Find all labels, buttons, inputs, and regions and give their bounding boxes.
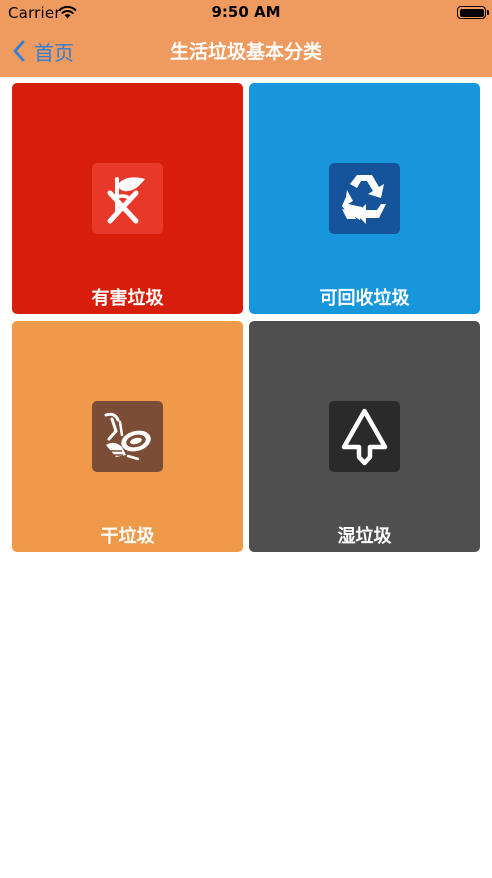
category-tile-dry[interactable]: 干垃圾 xyxy=(12,321,243,552)
app-screen: Carrier 9:50 AM 首页 生活垃圾基本分类 有害垃圾 可回收垃圾 干… xyxy=(0,0,492,878)
wet-waste-icon xyxy=(329,401,400,472)
dry-waste-icon xyxy=(92,401,163,472)
category-tile-wet[interactable]: 湿垃圾 xyxy=(249,321,480,552)
navigation-bar: 首页 生活垃圾基本分类 xyxy=(0,26,492,77)
category-tile-recyclable[interactable]: 可回收垃圾 xyxy=(249,83,480,314)
recycle-icon xyxy=(329,163,400,234)
category-label: 湿垃圾 xyxy=(337,526,392,547)
hazardous-waste-icon xyxy=(92,163,163,234)
category-label: 可回收垃圾 xyxy=(319,288,410,309)
status-bar: Carrier 9:50 AM xyxy=(0,0,492,26)
category-grid: 有害垃圾 可回收垃圾 干垃圾 湿垃圾 xyxy=(12,83,480,552)
category-label: 有害垃圾 xyxy=(91,288,164,309)
category-label: 干垃圾 xyxy=(100,526,155,547)
page-title: 生活垃圾基本分类 xyxy=(169,41,322,63)
top-bar: Carrier 9:50 AM 首页 生活垃圾基本分类 xyxy=(0,0,492,77)
clock: 9:50 AM xyxy=(211,3,281,21)
battery-icon xyxy=(457,6,489,19)
category-tile-hazardous[interactable]: 有害垃圾 xyxy=(12,83,243,314)
